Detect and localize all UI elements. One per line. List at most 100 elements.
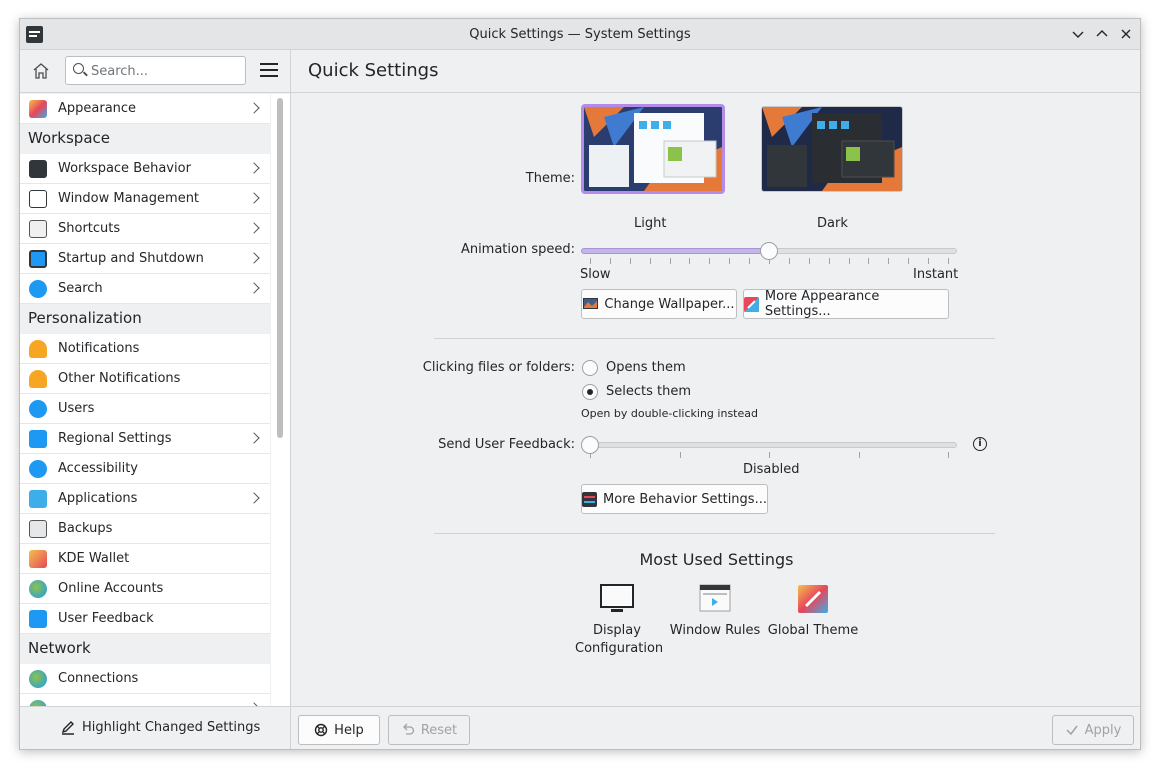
info-icon[interactable]: i: [973, 437, 987, 451]
sidebar-category-label: Workspace: [28, 129, 110, 147]
slider-tick: [630, 258, 631, 264]
more-behavior-label: More Behavior Settings...: [603, 491, 767, 507]
sidebar-item[interactable]: Workspace Behavior: [20, 154, 270, 184]
wallet-icon: [29, 550, 47, 568]
search-input[interactable]: [91, 61, 241, 81]
home-icon[interactable]: [30, 60, 52, 82]
change-wallpaper-label: Change Wallpaper...: [604, 296, 735, 312]
most-used-display[interactable]: Display Configuration: [567, 584, 667, 658]
chevron-right-icon: [248, 102, 260, 114]
keyboard-icon: [29, 220, 47, 238]
users-icon: [29, 400, 47, 418]
sidebar-item-label: Search: [58, 281, 103, 296]
sidebar-item[interactable]: Appearance: [20, 94, 270, 124]
sidebar-item[interactable]: Other Notifications: [20, 364, 270, 394]
section-divider: [434, 338, 995, 339]
theme-dark-label: Dark: [817, 216, 848, 231]
animation-speed-slider[interactable]: [581, 240, 957, 264]
bell-icon: [29, 340, 47, 358]
accessibility-icon: [29, 460, 47, 478]
sidebar-scrollbar[interactable]: [271, 94, 290, 706]
more-behavior-button[interactable]: More Behavior Settings...: [581, 484, 768, 514]
clicking-files-label: Clicking files or folders:: [422, 360, 575, 375]
search-icon: [29, 280, 47, 298]
sidebar-item-label: Startup and Shutdown: [58, 251, 204, 266]
change-wallpaper-button[interactable]: Change Wallpaper...: [581, 289, 737, 319]
slider-tick: [590, 258, 591, 264]
most-used-window-rules[interactable]: Window Rules: [665, 584, 765, 640]
workspace-behavior-icon: [582, 491, 598, 507]
chevron-right-icon: [248, 192, 260, 204]
sidebar-item-label: Shortcuts: [58, 221, 121, 236]
send-feedback-label: Send User Feedback:: [438, 437, 575, 452]
chevron-right-icon: [248, 282, 260, 294]
globe-icon: [29, 580, 47, 598]
sidebar-item[interactable]: Notifications: [20, 334, 270, 364]
slider-tick: [749, 258, 750, 264]
sidebar-item-label: Users: [58, 401, 95, 416]
help-button[interactable]: Help: [298, 715, 380, 745]
wallpaper-icon: [583, 297, 599, 309]
sidebar-item[interactable]: Users: [20, 394, 270, 424]
sidebar-item[interactable]: Regional Settings: [20, 424, 270, 454]
selects-them-radio[interactable]: [582, 384, 598, 400]
reset-icon: [402, 723, 414, 735]
slider-tick: [859, 452, 860, 458]
slider-handle[interactable]: [760, 242, 778, 260]
globe-icon: [29, 670, 47, 688]
search-field[interactable]: [65, 56, 246, 85]
checkmark-icon: [1066, 725, 1078, 736]
slider-tick: [849, 258, 850, 264]
chevron-right-icon: [248, 492, 260, 504]
sidebar-item[interactable]: Online Accounts: [20, 574, 270, 604]
display-icon: [600, 584, 634, 612]
sidebar-item[interactable]: [20, 694, 270, 706]
window-management-icon: [29, 190, 47, 208]
reset-button[interactable]: Reset: [388, 715, 470, 745]
sidebar-item[interactable]: Accessibility: [20, 454, 270, 484]
sidebar-item[interactable]: Search: [20, 274, 270, 304]
sidebar-category: Network: [20, 634, 270, 664]
slider-tick: [610, 258, 611, 264]
user-feedback-slider[interactable]: [581, 434, 957, 458]
help-icon: [314, 723, 328, 737]
close-icon[interactable]: [1118, 26, 1134, 42]
selects-them-label[interactable]: Selects them: [606, 384, 691, 399]
section-divider: [434, 533, 995, 534]
highlight-changed-button[interactable]: Highlight Changed Settings: [60, 719, 260, 735]
more-appearance-button[interactable]: More Appearance Settings...: [743, 289, 949, 319]
sidebar-item[interactable]: Applications: [20, 484, 270, 514]
sidebar-item[interactable]: Shortcuts: [20, 214, 270, 244]
sidebar-item[interactable]: Window Management: [20, 184, 270, 214]
slider-tick: [709, 258, 710, 264]
global-theme-icon: [798, 585, 828, 613]
opens-them-radio[interactable]: [582, 360, 598, 376]
sidebar-item[interactable]: Backups: [20, 514, 270, 544]
main-footer: Help Reset Apply: [291, 706, 1140, 749]
sidebar-item-label: Workspace Behavior: [58, 161, 191, 176]
theme-dark-thumbnail[interactable]: [761, 106, 903, 192]
startup-icon: [29, 250, 47, 268]
sidebar-item[interactable]: KDE Wallet: [20, 544, 270, 574]
theme-label: Theme:: [525, 171, 575, 186]
quick-settings-content: Theme: Light Dark Animation speed: Slow …: [291, 94, 1140, 706]
hamburger-menu-icon[interactable]: [260, 63, 278, 77]
opens-them-label[interactable]: Opens them: [606, 360, 686, 375]
sidebar-item[interactable]: Connections: [20, 664, 270, 694]
scrollbar-thumb[interactable]: [277, 98, 283, 438]
slider-handle[interactable]: [581, 436, 599, 454]
window-rules-icon: [699, 584, 731, 612]
theme-light-thumbnail[interactable]: [581, 104, 725, 194]
maximize-icon[interactable]: [1094, 26, 1110, 42]
most-used-global-theme[interactable]: Global Theme: [763, 584, 863, 640]
regional-icon: [29, 430, 47, 448]
sidebar-item[interactable]: Startup and Shutdown: [20, 244, 270, 274]
global-theme-label: Global Theme: [767, 623, 859, 638]
minimize-icon[interactable]: [1070, 26, 1086, 42]
display-configuration-label: Display Configuration: [575, 623, 664, 656]
slider-tick: [729, 258, 730, 264]
sidebar-item[interactable]: User Feedback: [20, 604, 270, 634]
apply-button[interactable]: Apply: [1052, 715, 1134, 745]
feedback-icon: [29, 610, 47, 628]
apply-label: Apply: [1084, 722, 1122, 738]
